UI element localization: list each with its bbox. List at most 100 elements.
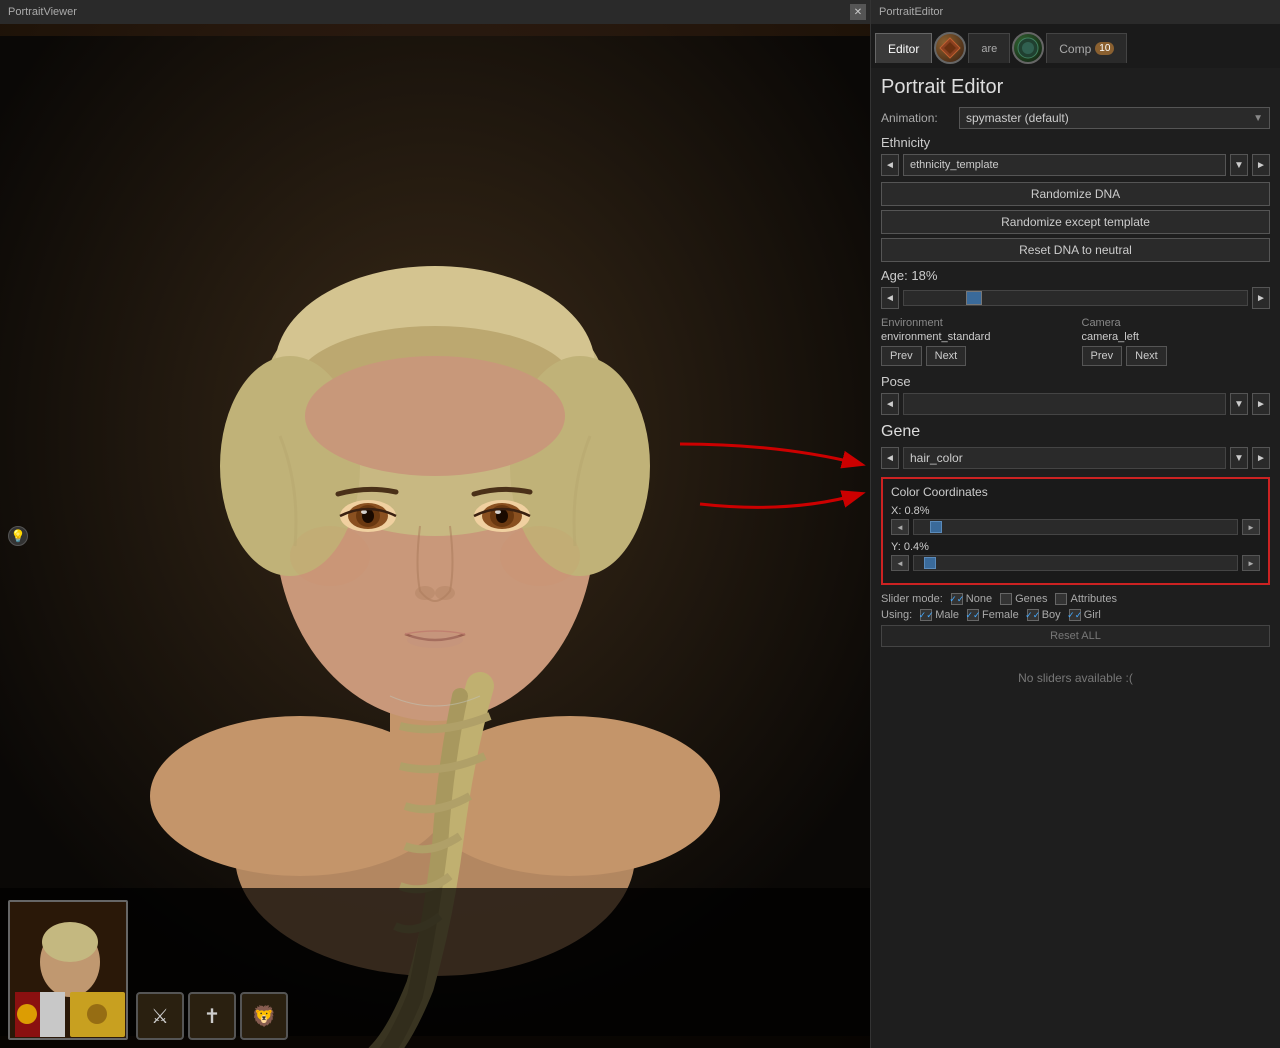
- portrait-editor-title: Portrait Editor: [881, 76, 1270, 99]
- right-panel: PortraitEditor Editor are Comp 10: [870, 0, 1280, 1048]
- ethnicity-next-btn[interactable]: ►: [1252, 154, 1270, 176]
- camera-value: camera_left: [1082, 331, 1271, 343]
- left-title-bar: PortraitViewer ✕: [0, 0, 870, 24]
- using-female[interactable]: ✓ Female: [967, 609, 1019, 621]
- slider-mode-row: Slider mode: ✓ None Genes Attributes: [881, 593, 1270, 605]
- light-icon[interactable]: 💡: [8, 526, 28, 546]
- camera-col: Camera camera_left Prev Next: [1082, 317, 1271, 366]
- tab-editor-label: Editor: [888, 42, 919, 56]
- x-coord-left-btn[interactable]: ◄: [891, 519, 909, 535]
- using-girl[interactable]: ✓ Girl: [1069, 609, 1101, 621]
- pose-dropdown-arrow[interactable]: ▼: [1230, 393, 1248, 415]
- animation-dropdown-arrow: ▼: [1253, 113, 1263, 124]
- animation-label: Animation:: [881, 111, 951, 125]
- reset-dna-neutral-button[interactable]: Reset DNA to neutral: [881, 238, 1270, 262]
- gene-dropdown-arrow-btn[interactable]: ▼: [1230, 447, 1248, 469]
- animation-value: spymaster (default): [966, 111, 1249, 125]
- girl-checkbox[interactable]: ✓: [1069, 609, 1081, 621]
- pose-prev-btn[interactable]: ◄: [881, 393, 899, 415]
- gene-prev-btn[interactable]: ◄: [881, 447, 899, 469]
- age-slider-container: ◄ ►: [881, 287, 1270, 309]
- slider-mode-attributes[interactable]: Attributes: [1055, 593, 1116, 605]
- environment-value: environment_standard: [881, 331, 1070, 343]
- age-next-btn[interactable]: ►: [1252, 287, 1270, 309]
- male-checkbox[interactable]: ✓: [920, 609, 932, 621]
- slider-genes-checkbox[interactable]: [1000, 593, 1012, 605]
- y-coord-slider-row: ◄ ►: [891, 555, 1260, 571]
- environment-col: Environment environment_standard Prev Ne…: [881, 317, 1070, 366]
- right-title-bar: PortraitEditor: [871, 0, 1280, 24]
- hud-icon-3[interactable]: 🦁: [240, 992, 288, 1040]
- pose-section: Pose ◄ ▼ ►: [881, 374, 1270, 415]
- y-coord-right-btn[interactable]: ►: [1242, 555, 1260, 571]
- age-prev-btn[interactable]: ◄: [881, 287, 899, 309]
- slider-mode-label: Slider mode:: [881, 593, 943, 605]
- reset-all-button[interactable]: Reset ALL: [881, 625, 1270, 647]
- y-coord-slider[interactable]: [913, 555, 1238, 571]
- tab-comp-label: Comp: [1059, 42, 1091, 56]
- animation-dropdown[interactable]: spymaster (default) ▼: [959, 107, 1270, 129]
- pose-dropdown[interactable]: [903, 393, 1226, 415]
- hud-icon-2[interactable]: ✝: [188, 992, 236, 1040]
- slider-mode-genes[interactable]: Genes: [1000, 593, 1047, 605]
- slider-none-checkbox[interactable]: ✓: [951, 593, 963, 605]
- color-coords-title: Color Coordinates: [891, 485, 1260, 499]
- slider-none-label: None: [966, 593, 992, 605]
- color-coordinates-box: Color Coordinates X: 0.8% ◄ ► Y: 0.4% ◄ …: [881, 477, 1270, 585]
- x-coord-slider[interactable]: [913, 519, 1238, 535]
- ethnicity-row: ◄ ethnicity_template ▼ ►: [881, 154, 1270, 176]
- y-coord-label: Y: 0.4%: [891, 541, 1260, 553]
- camera-prev-next: Prev Next: [1082, 346, 1271, 366]
- right-window-title: PortraitEditor: [879, 6, 943, 18]
- pose-next-btn[interactable]: ►: [1252, 393, 1270, 415]
- camera-prev-button[interactable]: Prev: [1082, 346, 1123, 366]
- tabs-bar: Editor are Comp 10: [871, 24, 1280, 68]
- hud-icon-1[interactable]: ⚔: [136, 992, 184, 1040]
- age-slider-track[interactable]: [903, 290, 1248, 306]
- tab-icon-2[interactable]: [1012, 32, 1044, 64]
- using-boy[interactable]: ✓ Boy: [1027, 609, 1061, 621]
- boy-checkbox[interactable]: ✓: [1027, 609, 1039, 621]
- hud-bottom: ⚔ ✝ 🦁: [0, 888, 870, 1048]
- slider-attributes-checkbox[interactable]: [1055, 593, 1067, 605]
- hud-icons-row: ⚔ ✝ 🦁: [136, 992, 288, 1040]
- tab-icon-1[interactable]: [934, 32, 966, 64]
- tab-comp-counter: 10: [1095, 42, 1114, 55]
- gene-next-btn[interactable]: ►: [1252, 447, 1270, 469]
- female-label: Female: [982, 609, 1019, 621]
- environment-header: Environment: [881, 317, 1070, 329]
- camera-header: Camera: [1082, 317, 1271, 329]
- close-button[interactable]: ✕: [850, 4, 866, 20]
- gene-dropdown[interactable]: hair_color: [903, 447, 1226, 469]
- camera-next-button[interactable]: Next: [1126, 346, 1167, 366]
- ethnicity-dropdown[interactable]: ethnicity_template: [903, 154, 1226, 176]
- tab-compare[interactable]: are: [968, 33, 1010, 63]
- slider-mode-none[interactable]: ✓ None: [951, 593, 992, 605]
- female-checkbox[interactable]: ✓: [967, 609, 979, 621]
- panel-content: Portrait Editor Animation: spymaster (de…: [871, 68, 1280, 713]
- x-coord-slider-row: ◄ ►: [891, 519, 1260, 535]
- male-label: Male: [935, 609, 959, 621]
- left-window-title: PortraitViewer: [8, 6, 77, 18]
- environment-prev-button[interactable]: Prev: [881, 346, 922, 366]
- x-coord-right-btn[interactable]: ►: [1242, 519, 1260, 535]
- gene-dropdown-row: ◄ hair_color ▼ ►: [881, 447, 1270, 469]
- randomize-except-template-button[interactable]: Randomize except template: [881, 210, 1270, 234]
- girl-label: Girl: [1084, 609, 1101, 621]
- randomize-dna-button[interactable]: Randomize DNA: [881, 182, 1270, 206]
- y-coord-left-btn[interactable]: ◄: [891, 555, 909, 571]
- environment-prev-next: Prev Next: [881, 346, 1070, 366]
- using-label: Using:: [881, 609, 912, 621]
- age-slider-thumb[interactable]: [966, 291, 982, 305]
- environment-next-button[interactable]: Next: [926, 346, 967, 366]
- using-row: Using: ✓ Male ✓ Female ✓ Boy ✓ Girl: [881, 609, 1270, 621]
- pose-title: Pose: [881, 374, 1270, 389]
- using-male[interactable]: ✓ Male: [920, 609, 959, 621]
- tab-editor[interactable]: Editor: [875, 33, 932, 63]
- env-camera-row: Environment environment_standard Prev Ne…: [881, 317, 1270, 366]
- ethnicity-prev-btn[interactable]: ◄: [881, 154, 899, 176]
- ethnicity-label: Ethnicity: [881, 135, 1270, 150]
- ethnicity-value: ethnicity_template: [910, 159, 1219, 171]
- tab-comp[interactable]: Comp 10: [1046, 33, 1127, 63]
- ethnicity-dropdown-arrow-btn[interactable]: ▼: [1230, 154, 1248, 176]
